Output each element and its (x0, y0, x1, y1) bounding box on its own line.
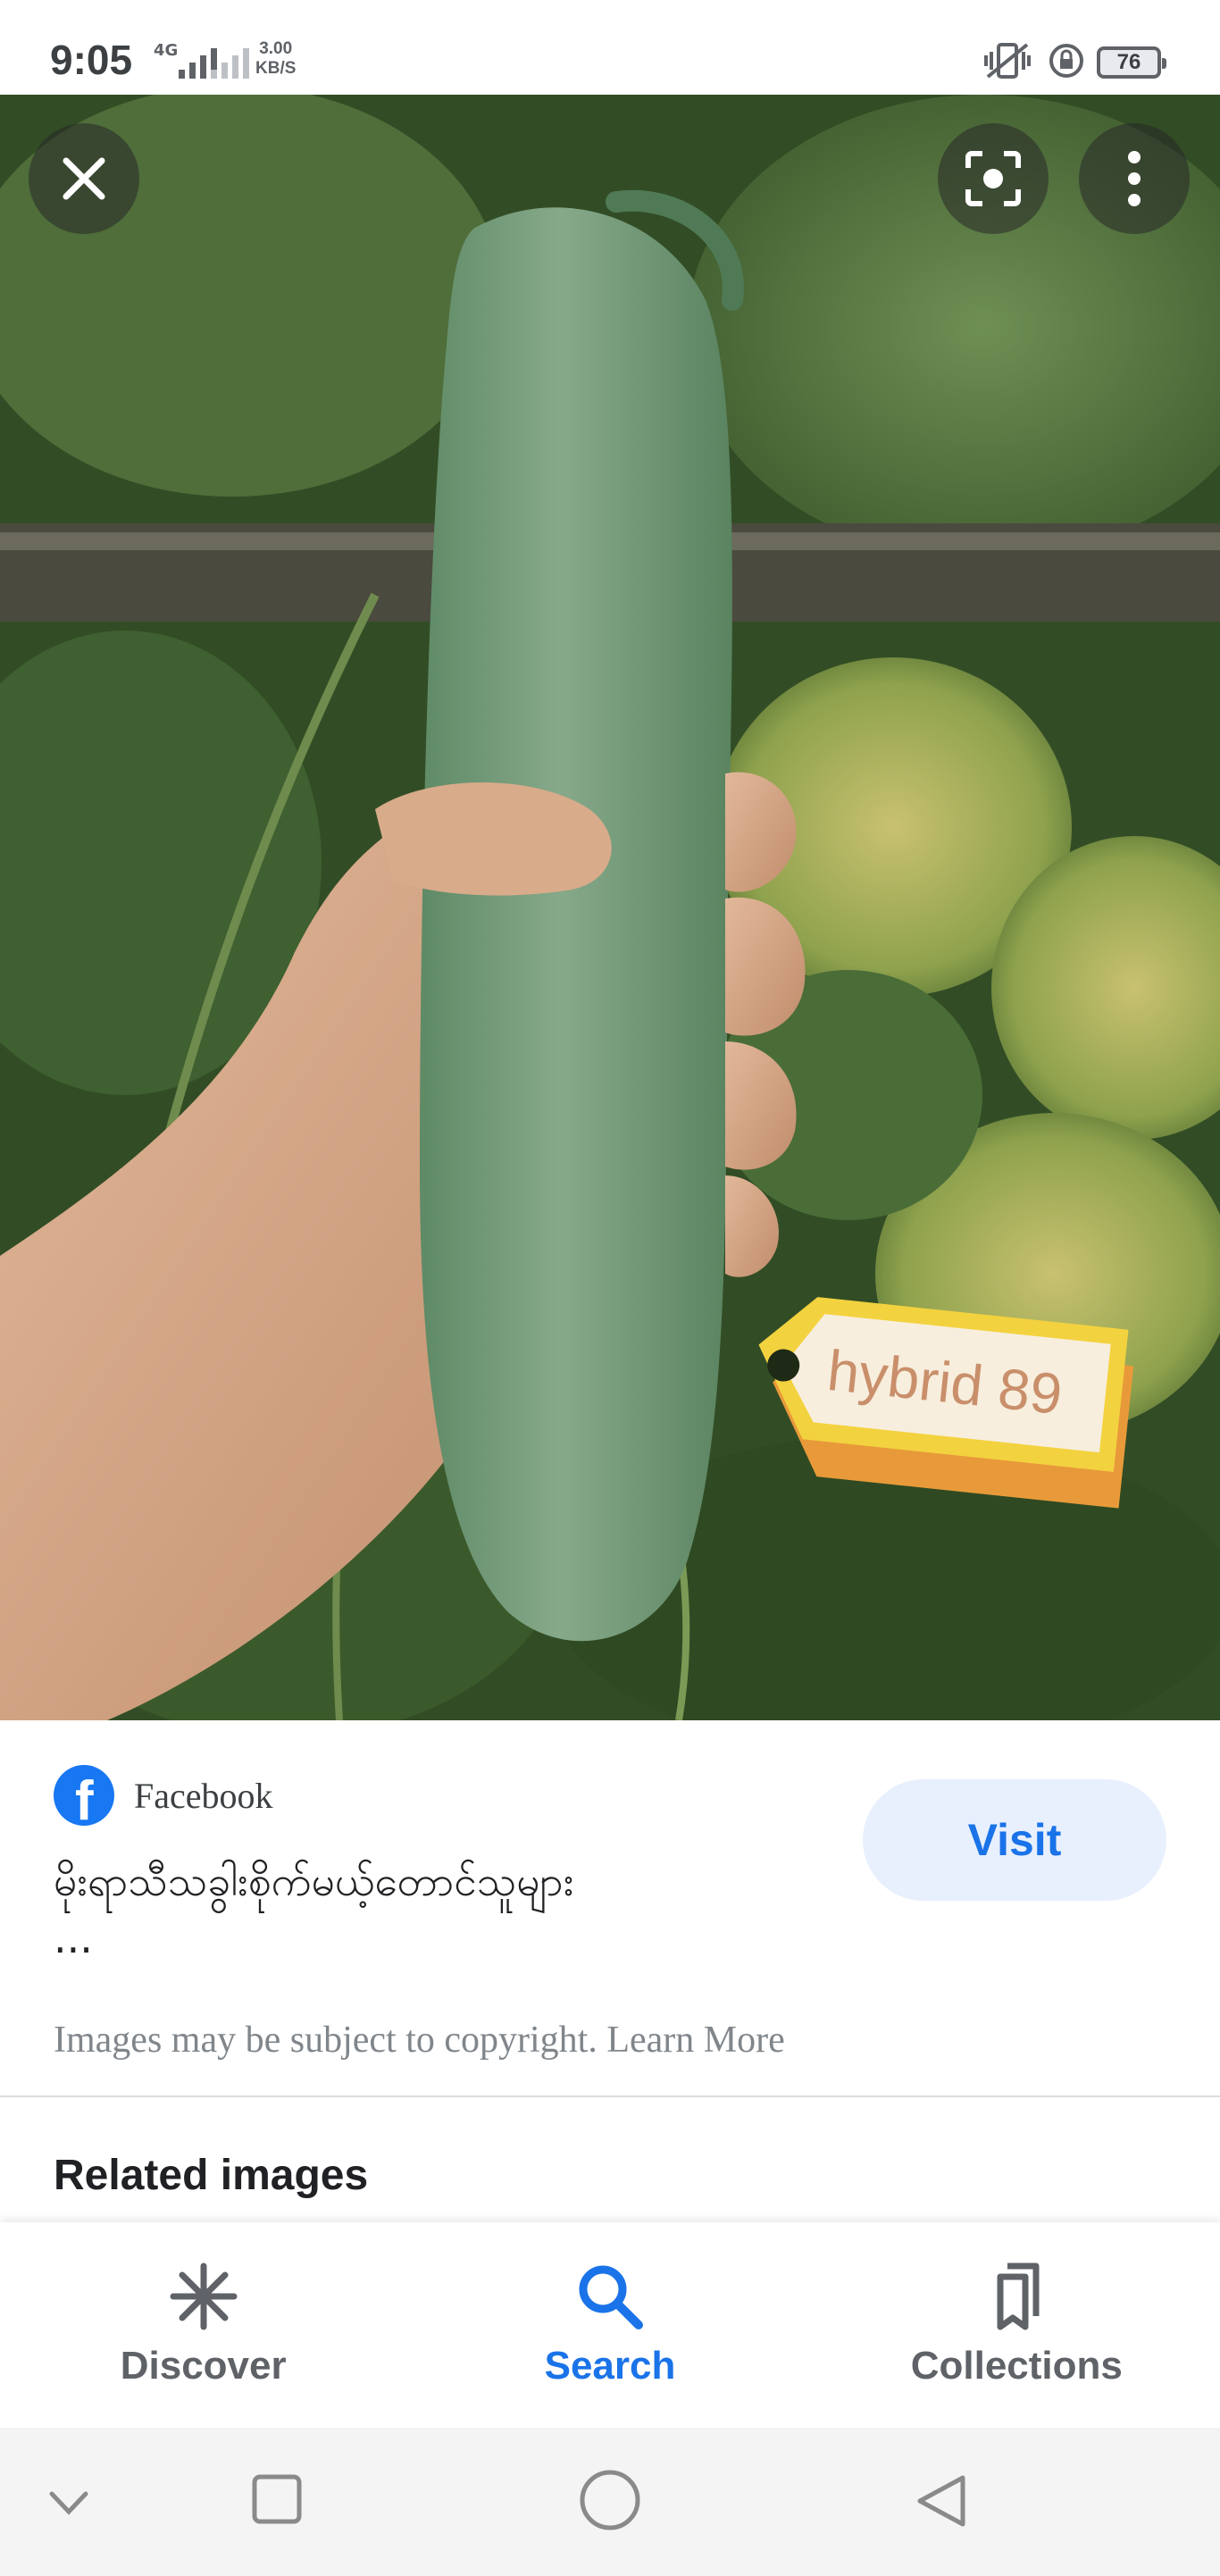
nav-discover[interactable]: Discover (0, 2222, 406, 2428)
more-options-button[interactable] (1079, 123, 1190, 234)
image-title-ellipsis: ... (54, 1914, 93, 1962)
status-bar: 9:05 4G 3.00 KB/S 76 (0, 0, 1220, 95)
source-name: Facebook (134, 1775, 273, 1816)
more-vert-icon (1128, 151, 1141, 206)
network-type: 4G (154, 41, 179, 60)
nav-search[interactable]: Search (406, 2222, 813, 2428)
vibrate-icon (984, 43, 1031, 79)
bottom-navigation: Discover Search Collections (0, 2222, 1220, 2428)
lens-button[interactable] (938, 123, 1049, 234)
cucumber-photo: hybrid 89 (0, 95, 1220, 1720)
system-navigation-bar (0, 2428, 1220, 2576)
image-viewer[interactable]: hybrid 89 (0, 95, 1220, 1720)
source-row[interactable]: f Facebook (54, 1765, 273, 1831)
recents-square-icon[interactable] (250, 2472, 304, 2526)
bookmarks-icon (976, 2256, 1057, 2337)
related-images-heading: Related images (54, 2152, 369, 2199)
collapse-chevron-icon[interactable] (46, 2487, 91, 2519)
network-speed-value: 3.00 (259, 39, 293, 58)
status-time: 9:05 (50, 37, 133, 83)
image-title-text: မိုးရာသီသခွါးစိုက်မယ့်တောင်သူများ (54, 1857, 574, 1905)
image-title[interactable]: မိုးရာသီသခွါးစိုက်မယ့်တောင်သူများ ... (54, 1853, 822, 1967)
network-speed: 3.00 KB/S (255, 39, 296, 79)
signal-secondary-icon (211, 43, 249, 79)
copyright-notice: Images may be subject to copyright. Lear… (54, 2019, 785, 2062)
back-triangle-icon[interactable] (913, 2472, 970, 2530)
lens-icon (965, 151, 1021, 206)
copyright-text: Images may be subject to copyright. (54, 2020, 597, 2061)
result-info-panel: f Facebook မိုးရာသီသခွါးစိုက်မယ့်တောင်သူ… (0, 1720, 1220, 2097)
visit-button[interactable]: Visit (863, 1779, 1166, 1901)
divider (0, 2095, 1220, 2097)
nav-collections[interactable]: Collections (814, 2222, 1220, 2428)
nav-discover-label: Discover (120, 2344, 287, 2388)
close-button[interactable] (29, 123, 139, 234)
nav-search-label: Search (544, 2344, 676, 2388)
nav-collections-label: Collections (910, 2344, 1123, 2388)
facebook-icon: f (54, 1765, 114, 1831)
search-icon (570, 2256, 650, 2337)
battery-indicator: 76 (1097, 46, 1166, 79)
close-icon (63, 157, 105, 200)
rotation-lock-icon (1049, 44, 1083, 78)
asterisk-icon (163, 2256, 244, 2337)
learn-more-link[interactable]: Learn More (606, 2020, 784, 2061)
network-speed-unit: KB/S (255, 59, 297, 78)
home-circle-icon[interactable] (579, 2469, 641, 2531)
